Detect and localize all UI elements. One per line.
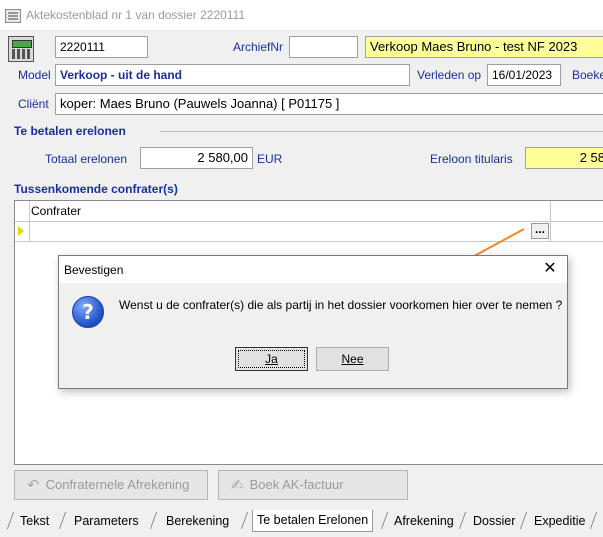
bottom-tab-bar: Tekst Parameters Berekening Te betalen E…	[0, 510, 603, 537]
tab-afrekening[interactable]: Afrekening	[394, 512, 454, 531]
dialog-titlebar: Bevestigen ✕	[59, 256, 567, 283]
grid-header: Confrater	[15, 201, 603, 222]
model-field[interactable]: Verkoop - uit de hand	[55, 64, 410, 86]
archief-nr-field[interactable]	[289, 36, 358, 58]
confraters-section-title: Tussenkomende confrater(s)	[14, 182, 178, 196]
client-field[interactable]: koper: Maes Bruno (Pauwels Joanna) [ P01…	[55, 93, 603, 115]
tab-te-betalen-erelonen[interactable]: Te betalen Erelonen	[252, 510, 374, 532]
boek-button-label: Boek AK-factuur	[249, 477, 344, 492]
model-label: Model	[18, 68, 51, 82]
no-button[interactable]: Nee	[316, 347, 389, 371]
tab-parameters[interactable]: Parameters	[74, 512, 139, 531]
currency-label: EUR	[257, 152, 283, 166]
confirm-dialog: Bevestigen ✕ ? Wenst u de confrater(s) d…	[58, 255, 568, 389]
ereloon-titularis-label: Ereloon titularis	[430, 152, 513, 166]
close-icon[interactable]: ✕	[541, 260, 559, 278]
boek-ak-factuur-button[interactable]: ✍ Boek AK-factuur	[218, 470, 408, 500]
book-hand-icon: ✍	[231, 476, 244, 494]
yes-button[interactable]: Ja	[235, 347, 308, 371]
window-title: Aktekostenblad nr 1 van dossier 2220111	[26, 8, 246, 22]
lookup-ellipsis-button[interactable]: ...	[531, 223, 549, 239]
totaal-erelonen-field[interactable]: 2 580,00	[140, 147, 253, 169]
erelonen-section-title: Te betalen erelonen	[14, 124, 126, 138]
archief-label: ArchiefNr	[233, 40, 284, 54]
verleden-date-field[interactable]: 16/01/2023	[487, 64, 561, 86]
totaal-erelonen-label: Totaal erelonen	[45, 152, 128, 166]
dossier-title-field[interactable]: Verkoop Maes Bruno - test NF 2023	[365, 36, 603, 58]
boek-label: Boeke	[572, 68, 603, 82]
calculator-icon[interactable]	[8, 36, 34, 62]
dialog-message: Wenst u de confrater(s) die als partij i…	[119, 298, 563, 312]
yes-button-label: Ja	[265, 352, 278, 366]
dossier-nr-field[interactable]: 2220111	[55, 36, 148, 58]
ereloon-titularis-field[interactable]: 2 58	[525, 147, 603, 169]
section-divider	[160, 131, 603, 132]
question-icon: ?	[72, 296, 104, 328]
tab-dossier[interactable]: Dossier	[473, 512, 515, 531]
client-label: Cliënt	[18, 97, 49, 111]
app-icon	[5, 9, 21, 23]
column-header-confrater[interactable]: Confrater	[31, 204, 81, 218]
tab-tekst[interactable]: Tekst	[20, 512, 49, 531]
window-titlebar: Aktekostenblad nr 1 van dossier 2220111	[0, 0, 603, 31]
verleden-label: Verleden op	[417, 68, 482, 82]
no-button-label: Nee	[341, 352, 364, 366]
afrekening-button-label: Confraternele Afrekening	[45, 477, 190, 492]
dialog-title: Bevestigen	[64, 263, 124, 277]
confraternele-afrekening-button[interactable]: ↶ Confraternele Afrekening	[14, 470, 208, 500]
row-pointer-icon	[18, 226, 24, 236]
tab-expeditie[interactable]: Expeditie	[534, 512, 585, 531]
undo-arrow-icon: ↶	[27, 476, 40, 494]
tab-berekening[interactable]: Berekening	[166, 512, 229, 531]
